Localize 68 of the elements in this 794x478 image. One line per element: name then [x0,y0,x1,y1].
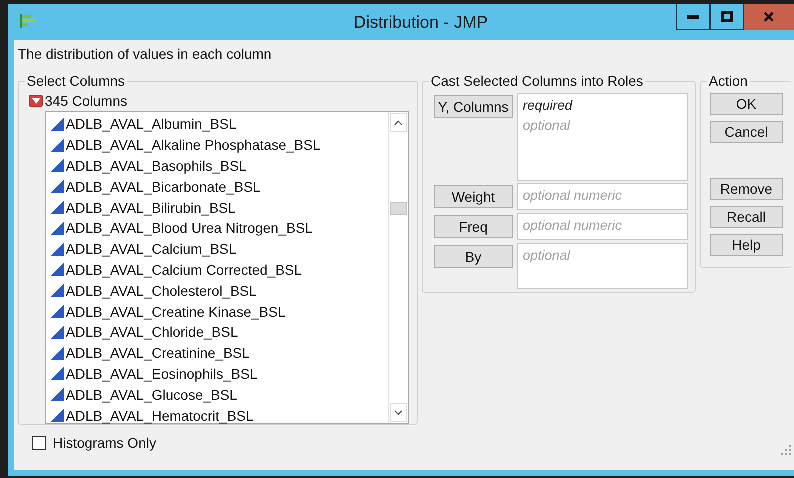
list-item[interactable]: ADLB_AVAL_Alkaline Phosphatase_BSL [51,134,388,156]
list-item[interactable]: ADLB_AVAL_Eosinophils_BSL [51,364,388,384]
list-item[interactable]: ADLB_AVAL_Bilirubin_BSL [51,197,388,218]
list-item[interactable]: ADLB_AVAL_Creatinine_BSL [51,342,388,364]
list-item[interactable]: ADLB_AVAL_Basophils_BSL [51,156,388,176]
triangle-icon [51,305,64,318]
close-icon [763,11,775,23]
list-item[interactable]: ADLB_AVAL_Glucose_BSL [51,384,388,406]
description-text: The distribution of values in each column [18,45,273,64]
window-title: Distribution - JMP [352,13,488,33]
triangle-icon [51,409,64,422]
triangle-icon [51,263,64,276]
checkbox[interactable] [32,436,46,450]
triangle-icon [51,159,64,172]
column-list[interactable] [45,111,409,424]
hint-text: optional numeric [523,187,624,205]
triangle-icon [51,201,64,214]
list-item[interactable]: ADLB_AVAL_Calcium_BSL [51,238,388,260]
resize-grip-icon[interactable] [780,444,792,456]
minimize-button[interactable] [676,4,710,30]
action-button[interactable]: OK [710,93,783,115]
hint-text: required [523,97,574,115]
action-button[interactable]: Remove [710,178,783,200]
role-button[interactable]: Weight [434,185,513,208]
group-title: Select Columns [26,73,126,89]
list-item[interactable]: ADLB_AVAL_Chloride_BSL [51,322,388,343]
column-count: 345 Columns [45,93,128,109]
triangle-icon [51,242,64,256]
minimize-icon [687,14,699,18]
triangle-icon [51,118,64,131]
maximize-button[interactable] [710,4,744,30]
role-button[interactable]: Y, Columns [434,95,513,118]
app-icon [20,14,38,28]
triangle-icon [51,346,64,360]
scrollbar[interactable] [388,112,408,423]
hint-text: optional [523,117,572,135]
group-title: Action [708,73,749,89]
list-item[interactable]: ADLB_AVAL_Hematocrit_BSL [51,405,388,426]
triangle-icon [51,284,64,298]
group-title: Cast Selected Columns into Roles [430,73,644,89]
action-button[interactable]: Help [710,234,783,256]
list-item[interactable]: ADLB_AVAL_Cholesterol_BSL [51,280,388,302]
dropdown-menu-button[interactable] [29,95,43,107]
role-button[interactable]: Freq [434,215,513,238]
triangle-icon [51,138,64,152]
action-button[interactable]: Recall [710,206,783,228]
list-item[interactable]: ADLB_AVAL_Albumin_BSL [51,114,388,135]
triangle-icon [51,222,64,235]
checkbox-label[interactable]: Histograms Only [53,435,156,451]
scroll-thumb[interactable] [390,202,407,215]
list-item[interactable]: ADLB_AVAL_Creatine Kinase_BSL [51,301,388,322]
role-button[interactable]: By [434,245,513,268]
triangle-icon [51,367,64,380]
hint-text: optional [523,247,572,265]
scroll-down-icon[interactable] [390,403,407,422]
hint-text: optional numeric [523,217,624,235]
list-item[interactable]: ADLB_AVAL_Calcium Corrected_BSL [51,260,388,280]
caret-icon [32,98,40,104]
maximize-icon [721,11,733,22]
triangle-icon [51,326,64,339]
action-button[interactable]: Cancel [710,121,783,143]
list-item[interactable]: ADLB_AVAL_Bicarbonate_BSL [51,176,388,198]
scroll-up-icon[interactable] [390,113,407,132]
list-item[interactable]: ADLB_AVAL_Blood Urea Nitrogen_BSL [51,218,388,239]
role-drop-box[interactable]: required optional [517,93,688,181]
close-button[interactable] [744,4,794,30]
triangle-icon [51,180,64,194]
triangle-icon [51,388,64,402]
